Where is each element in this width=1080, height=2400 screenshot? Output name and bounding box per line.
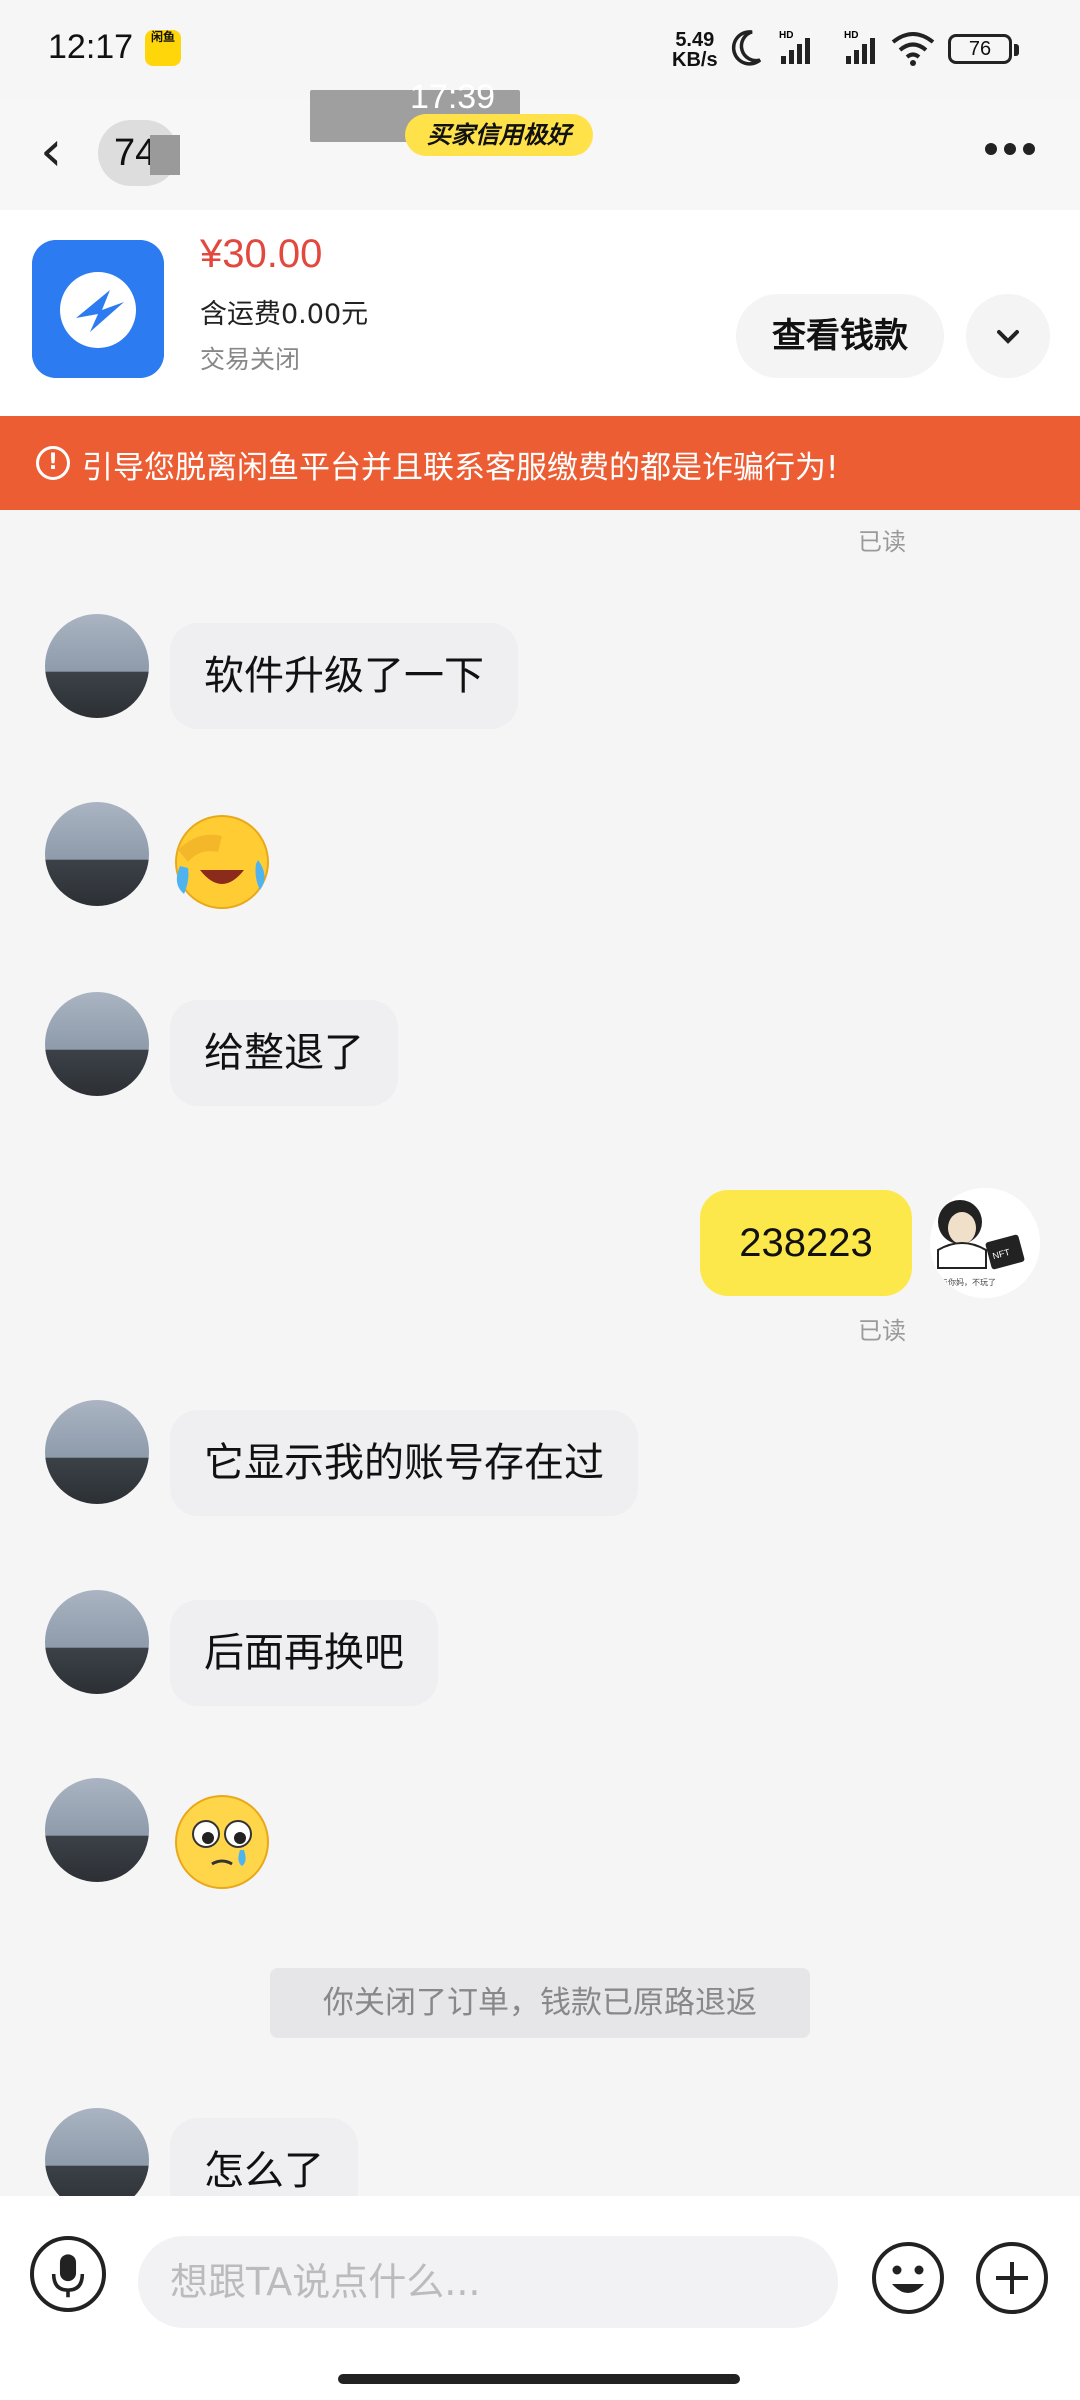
message-input[interactable]: 想跟TA说点什么... — [138, 2236, 838, 2328]
view-payment-button[interactable]: 查看钱款 — [736, 294, 944, 378]
contact-avatar[interactable] — [45, 1778, 149, 1882]
my-avatar-caption: 与你妈，不玩了 — [940, 1277, 996, 1287]
my-avatar[interactable]: NFT 与你妈，不玩了 — [930, 1188, 1040, 1298]
credit-badge: 买家信用极好 — [405, 114, 593, 156]
redaction-mask — [150, 135, 180, 175]
emoji-picker-icon[interactable] — [870, 2240, 946, 2316]
network-speed: 5.49 KB/s — [672, 30, 718, 70]
shipping-fee: 含运费0.00元 — [200, 299, 369, 330]
voice-mic-icon[interactable] — [30, 2236, 106, 2312]
message-bubble-sent[interactable]: 238223 — [700, 1190, 912, 1296]
contact-avatar[interactable] — [45, 992, 149, 1096]
message-bubble-received[interactable]: 给整退了 — [170, 1000, 398, 1106]
wifi-icon — [891, 32, 935, 66]
message-bubble-received[interactable]: 它显示我的账号存在过 — [170, 1410, 638, 1516]
warning-exclamation-icon: ! — [36, 446, 70, 480]
product-card[interactable]: ¥30.00 含运费0.00元 交易关闭 查看钱款 — [0, 210, 1080, 416]
dot-icon — [1004, 143, 1016, 155]
message-bubble-received[interactable]: 后面再换吧 — [170, 1600, 438, 1706]
read-receipt: 已读 — [858, 528, 906, 556]
more-options-button[interactable] — [985, 140, 1043, 160]
fraud-warning-text: 引导您脱离闲鱼平台并且联系客服缴费的都是诈骗行为! — [82, 450, 839, 486]
message-input-bar: 想跟TA说点什么... — [0, 2196, 1080, 2400]
battery-icon: 76 — [948, 34, 1019, 64]
xianyu-notification-icon: 闲鱼 — [145, 30, 181, 66]
fraud-warning-banner: ! 引导您脱离闲鱼平台并且联系客服缴费的都是诈骗行为! — [0, 416, 1080, 510]
network-speed-value: 5.49 — [675, 29, 715, 51]
home-indicator[interactable] — [338, 2374, 740, 2384]
contact-avatar[interactable] — [45, 614, 149, 718]
back-button[interactable]: ‹ — [40, 122, 86, 182]
network-speed-unit: KB/s — [672, 49, 718, 71]
message-bubble-received[interactable]: 软件升级了一下 — [170, 623, 518, 729]
status-time: 12:17 — [48, 28, 134, 66]
contact-avatar[interactable] — [45, 1400, 149, 1504]
product-price: ¥30.00 — [200, 232, 323, 276]
contact-avatar[interactable] — [45, 802, 149, 906]
order-closed-notice: 你关闭了订单，钱款已原路退返 — [270, 1968, 810, 2038]
product-app-logo-icon — [32, 240, 164, 378]
chat-header: ‹ 74 17:39 买家信用极好 — [0, 78, 1080, 210]
dot-icon — [985, 143, 997, 155]
do-not-disturb-moon-icon — [731, 30, 762, 66]
signal-1-hd-label: HD — [779, 30, 793, 41]
status-bar: 12:17 闲鱼 5.49 KB/s HD HD 76 — [0, 0, 1080, 100]
trade-status: 交易关闭 — [200, 345, 301, 374]
dot-icon — [1023, 143, 1035, 155]
contact-avatar[interactable] — [45, 1590, 149, 1694]
chevron-down-icon[interactable] — [966, 294, 1050, 378]
overlay-timestamp: 17:39 — [410, 78, 496, 116]
cellular-signal-1-icon: HD — [779, 30, 810, 64]
pleading-teary-face-emoji-icon[interactable] — [170, 1790, 274, 1894]
facepalm-laughing-crying-emoji-icon[interactable] — [170, 810, 274, 914]
read-receipt: 已读 — [858, 1317, 906, 1345]
add-attachment-icon[interactable] — [974, 2240, 1050, 2316]
signal-2-hd-label: HD — [844, 30, 858, 41]
